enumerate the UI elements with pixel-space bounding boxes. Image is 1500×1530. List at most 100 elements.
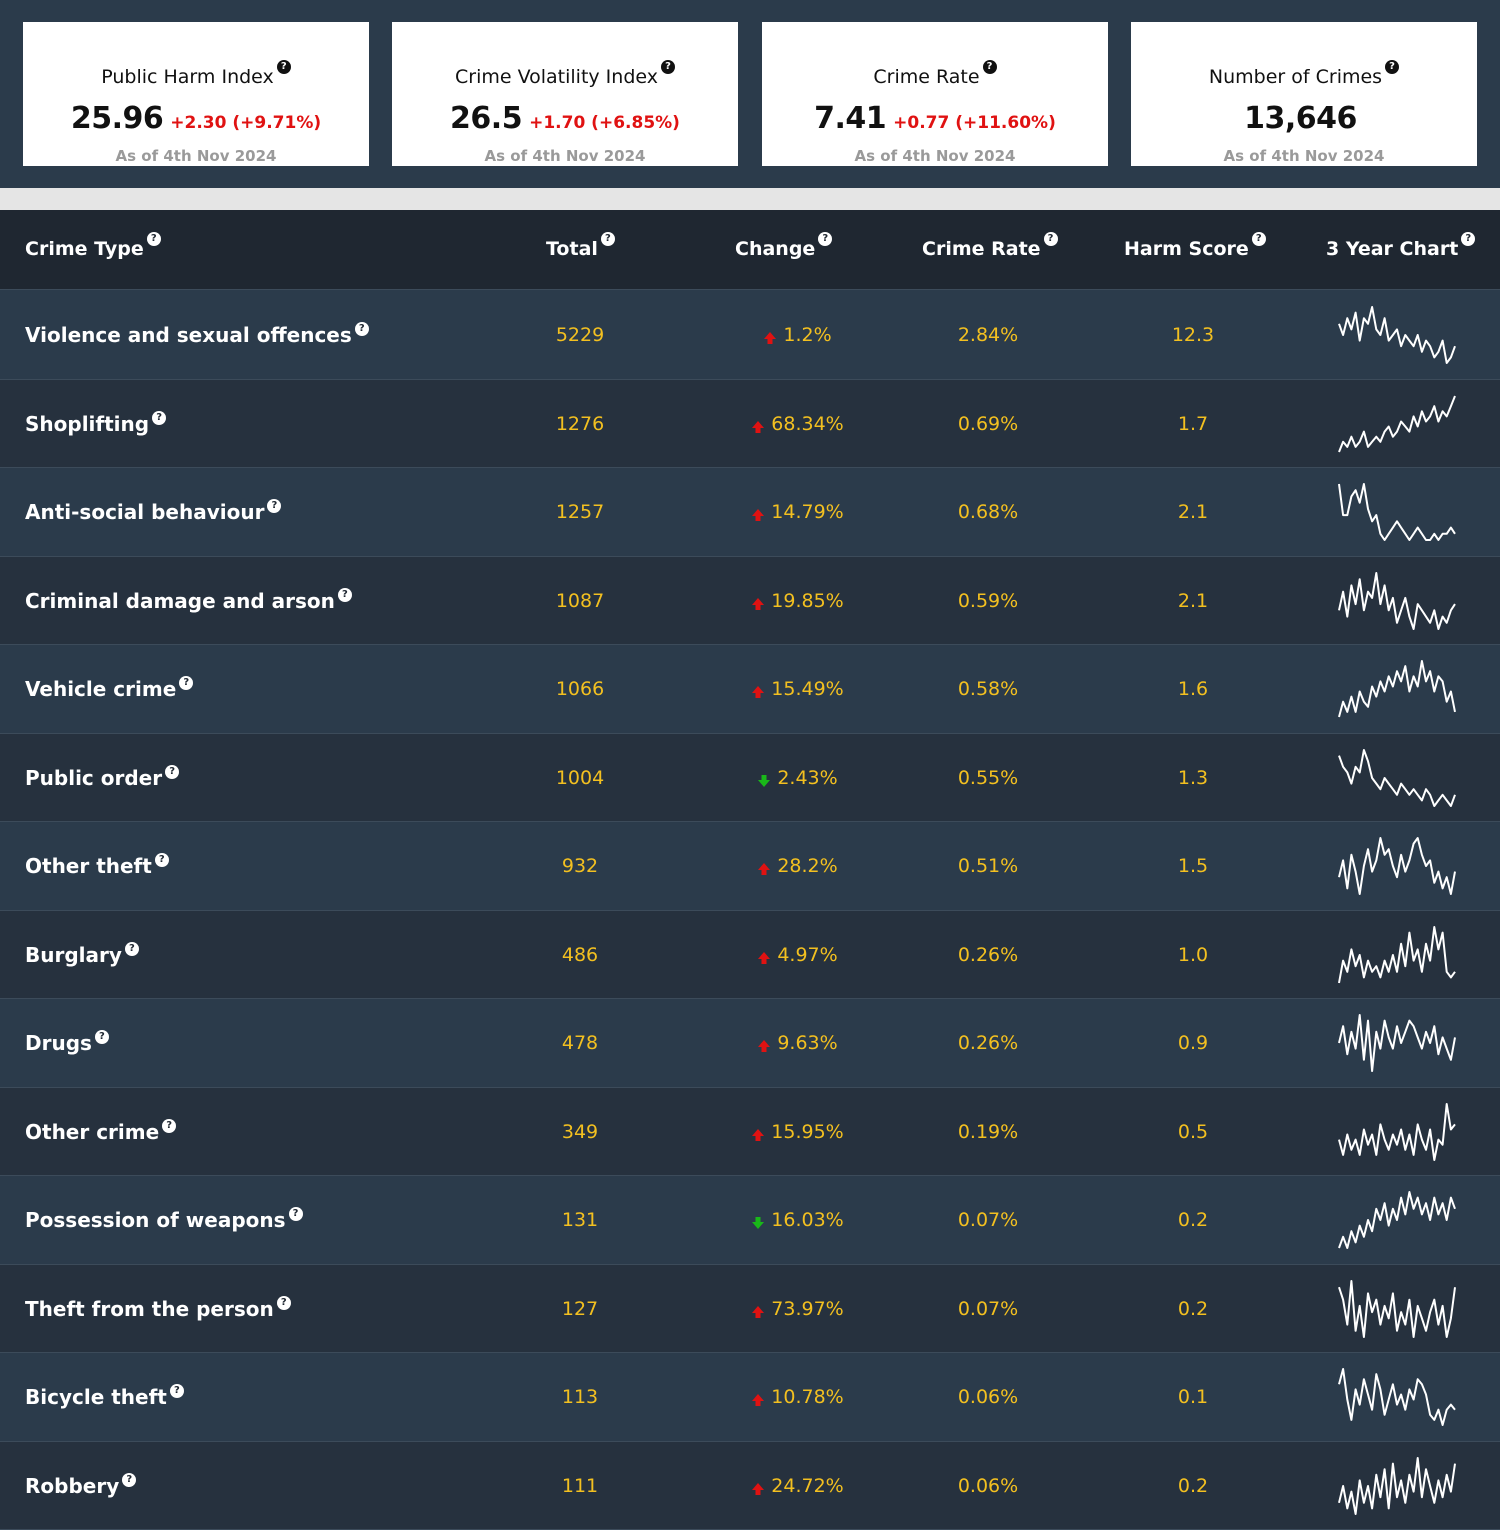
- sparkline-series: [1339, 1369, 1455, 1425]
- help-icon[interactable]: ?: [267, 499, 281, 513]
- help-icon[interactable]: ?: [355, 322, 369, 336]
- crime-type-cell[interactable]: Criminal damage and arson?: [25, 557, 352, 645]
- help-icon[interactable]: ?: [125, 942, 139, 956]
- crime-type-cell[interactable]: Possession of weapons?: [25, 1176, 303, 1264]
- total-cell: 1004: [480, 734, 680, 822]
- sparkline-chart[interactable]: [1338, 925, 1456, 985]
- crime-type-cell[interactable]: Robbery?: [25, 1442, 136, 1530]
- crime-type-cell[interactable]: Burglary?: [25, 911, 139, 999]
- help-icon[interactable]: ?: [818, 232, 832, 246]
- crime-type-cell[interactable]: Other crime?: [25, 1088, 176, 1176]
- table-row[interactable]: Burglary?4864.97%0.26%1.0: [0, 911, 1500, 1000]
- header-3-year-chart[interactable]: 3 Year Chart?: [1326, 238, 1475, 260]
- crime-table-body: Violence and sexual offences?52291.2%2.8…: [0, 291, 1500, 1530]
- help-icon[interactable]: ?: [277, 1296, 291, 1310]
- kpi-value: 25.96: [71, 101, 163, 136]
- table-row[interactable]: Shoplifting?127668.34%0.69%1.7: [0, 380, 1500, 469]
- sparkline-chart[interactable]: [1338, 1456, 1456, 1516]
- help-icon[interactable]: ?: [289, 1207, 303, 1221]
- crime-type-cell[interactable]: Shoplifting?: [25, 380, 166, 468]
- harm-score-cell: 0.9: [1095, 999, 1291, 1087]
- table-row[interactable]: Bicycle theft?11310.78%0.06%0.1: [0, 1353, 1500, 1442]
- help-icon[interactable]: ?: [95, 1030, 109, 1044]
- total-cell: 349: [480, 1088, 680, 1176]
- header-crime-rate[interactable]: Crime Rate?: [922, 238, 1058, 260]
- table-row[interactable]: Anti-social behaviour?125714.79%0.68%2.1: [0, 468, 1500, 557]
- header-harm-score[interactable]: Harm Score?: [1124, 238, 1266, 260]
- help-icon[interactable]: ?: [122, 1473, 136, 1487]
- help-icon[interactable]: ?: [152, 411, 166, 425]
- crime-rate-cell: 0.07%: [890, 1176, 1086, 1264]
- help-icon[interactable]: ?: [155, 853, 169, 867]
- help-icon[interactable]: ?: [1044, 232, 1058, 246]
- header-total[interactable]: Total?: [546, 238, 615, 260]
- harm-score-cell: 1.0: [1095, 911, 1291, 999]
- table-row[interactable]: Other theft?93228.2%0.51%1.5: [0, 822, 1500, 911]
- help-icon[interactable]: ?: [277, 60, 291, 74]
- kpi-value: 13,646: [1244, 101, 1357, 136]
- arrow-up-icon: [757, 1039, 771, 1053]
- sparkline-chart[interactable]: [1338, 836, 1456, 896]
- harm-score-cell: 0.2: [1095, 1176, 1291, 1264]
- total-cell: 131: [480, 1176, 680, 1264]
- kpi-delta: +2.30 (+9.71%): [170, 113, 321, 133]
- help-icon[interactable]: ?: [983, 60, 997, 74]
- sparkline-chart[interactable]: [1338, 394, 1456, 454]
- kpi-date: As of 4th Nov 2024: [23, 147, 369, 165]
- sparkline-chart[interactable]: [1338, 1102, 1456, 1162]
- table-row[interactable]: Theft from the person?12773.97%0.07%0.2: [0, 1265, 1500, 1354]
- crime-type-cell[interactable]: Other theft?: [25, 822, 169, 910]
- help-icon[interactable]: ?: [179, 676, 193, 690]
- table-row[interactable]: Robbery?11124.72%0.06%0.2: [0, 1442, 1500, 1530]
- help-icon[interactable]: ?: [162, 1119, 176, 1133]
- sparkline-chart[interactable]: [1338, 659, 1456, 719]
- help-icon[interactable]: ?: [165, 765, 179, 779]
- help-icon[interactable]: ?: [1252, 232, 1266, 246]
- crime-type-label: Shoplifting: [25, 412, 149, 436]
- harm-score-cell: 2.1: [1095, 557, 1291, 645]
- help-icon[interactable]: ?: [1461, 232, 1475, 246]
- table-row[interactable]: Violence and sexual offences?52291.2%2.8…: [0, 291, 1500, 380]
- sparkline-chart[interactable]: [1338, 1190, 1456, 1250]
- sparkline-series: [1339, 927, 1455, 983]
- sparkline-chart[interactable]: [1338, 305, 1456, 365]
- crime-type-cell[interactable]: Theft from the person?: [25, 1265, 291, 1353]
- change-value: 19.85%: [771, 590, 843, 612]
- table-row[interactable]: Vehicle crime?106615.49%0.58%1.6: [0, 645, 1500, 734]
- crime-type-cell[interactable]: Drugs?: [25, 999, 109, 1087]
- crime-type-cell[interactable]: Public order?: [25, 734, 179, 822]
- help-icon[interactable]: ?: [601, 232, 615, 246]
- sparkline-series: [1339, 307, 1455, 363]
- sparkline-chart[interactable]: [1338, 1013, 1456, 1073]
- table-row[interactable]: Drugs?4789.63%0.26%0.9: [0, 999, 1500, 1088]
- sparkline-chart[interactable]: [1338, 748, 1456, 808]
- sparkline-chart[interactable]: [1338, 1367, 1456, 1427]
- change-value: 16.03%: [771, 1209, 843, 1231]
- help-icon[interactable]: ?: [338, 588, 352, 602]
- sparkline-chart[interactable]: [1338, 1279, 1456, 1339]
- help-icon[interactable]: ?: [661, 60, 675, 74]
- crime-rate-cell: 0.26%: [890, 999, 1086, 1087]
- crime-type-cell[interactable]: Vehicle crime?: [25, 645, 193, 733]
- sparkline-series: [1339, 1281, 1455, 1337]
- kpi-title: Crime Volatility Index: [455, 66, 658, 88]
- sparkline-chart[interactable]: [1338, 571, 1456, 631]
- crime-type-cell[interactable]: Anti-social behaviour?: [25, 468, 281, 556]
- sparkline-chart[interactable]: [1338, 482, 1456, 542]
- help-icon[interactable]: ?: [1385, 60, 1399, 74]
- table-row[interactable]: Public order?10042.43%0.55%1.3: [0, 734, 1500, 823]
- table-row[interactable]: Possession of weapons? 131 16.03% 0.07%0.2: [0, 1176, 1500, 1265]
- total-cell: 1087: [480, 557, 680, 645]
- arrow-up-icon: [763, 331, 777, 345]
- help-icon[interactable]: ?: [170, 1384, 184, 1398]
- arrow-up-icon: [751, 1128, 765, 1142]
- header-change[interactable]: Change?: [735, 238, 832, 260]
- help-icon[interactable]: ?: [147, 232, 161, 246]
- table-row[interactable]: Other crime?34915.95%0.19%0.5: [0, 1088, 1500, 1177]
- crime-rate-cell: 0.51%: [890, 822, 1086, 910]
- header-crime-type[interactable]: Crime Type?: [25, 238, 161, 260]
- crime-type-cell[interactable]: Bicycle theft?: [25, 1353, 184, 1441]
- crime-type-cell[interactable]: Violence and sexual offences?: [25, 291, 369, 379]
- total-cell: 127: [480, 1265, 680, 1353]
- table-row[interactable]: Criminal damage and arson?108719.85%0.59…: [0, 557, 1500, 646]
